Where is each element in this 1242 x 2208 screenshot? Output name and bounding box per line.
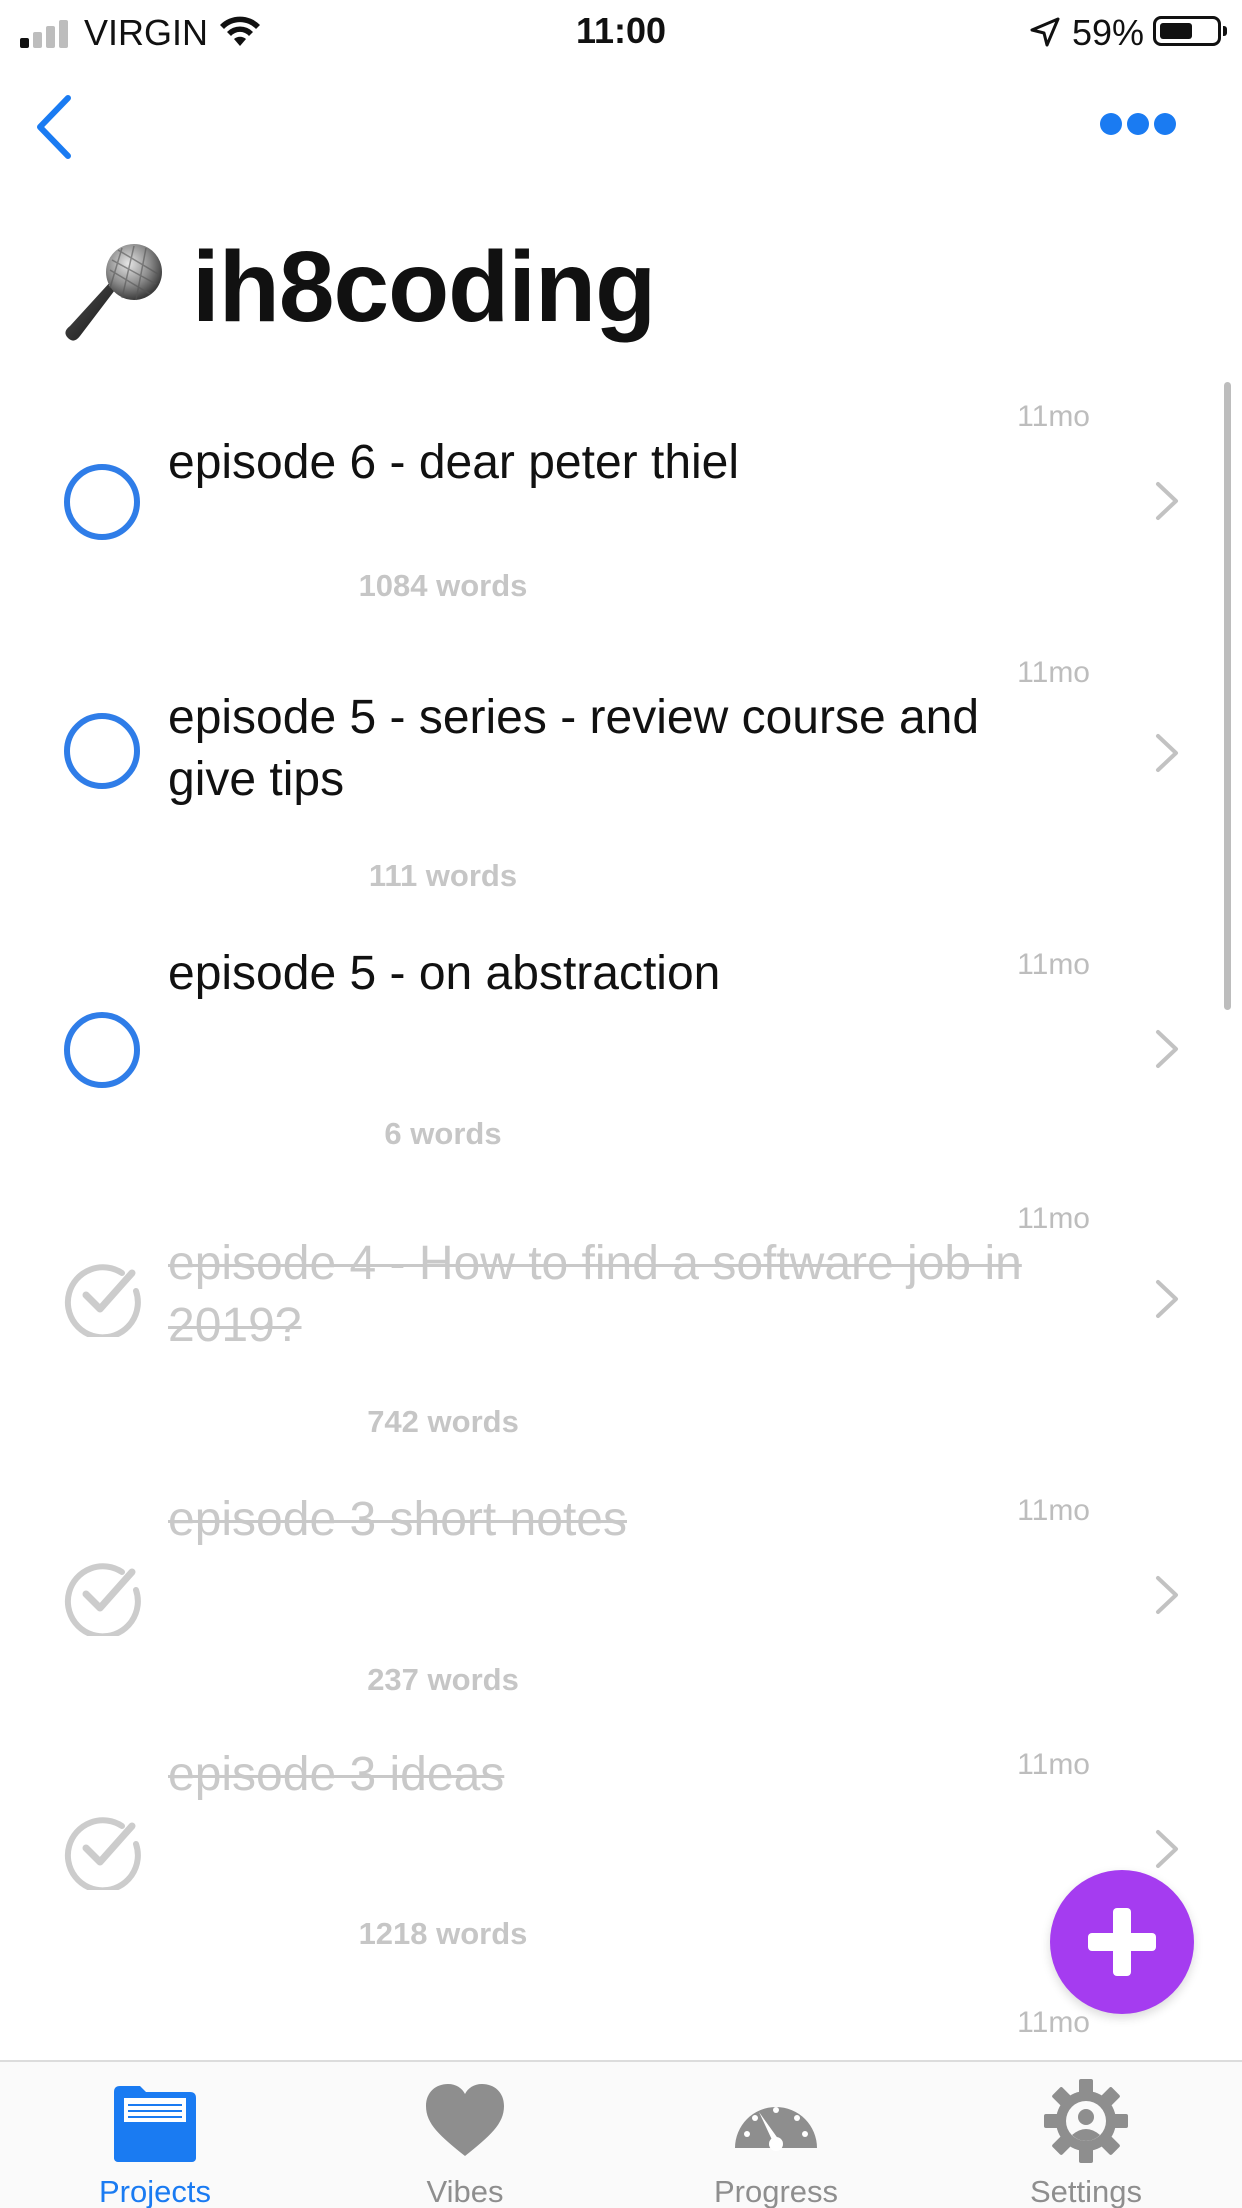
chevron-right-icon — [1156, 1576, 1178, 1614]
list-item[interactable]: 11mo episode 6 - dear peter thiel 1084 wor… — [0, 382, 1242, 638]
list-item-title: episode 3 ideas — [168, 1748, 505, 1801]
completed-check-icon[interactable] — [62, 1810, 142, 1890]
list-item[interactable]: 11mo episode 4 - How to find a software j… — [0, 1184, 1242, 1476]
screen: VIRGIN 11:00 59% ih8coding 11mo episode … — [0, 0, 1242, 2208]
chevron-right-icon — [1156, 1280, 1178, 1318]
list-item[interactable]: 11mo episode 5 - on abstraction 6 words — [0, 930, 1242, 1186]
word-count: 111 words — [368, 858, 518, 893]
incomplete-circle-icon[interactable] — [62, 1010, 142, 1090]
completed-check-icon[interactable] — [62, 1556, 142, 1636]
battery-icon — [1153, 16, 1227, 46]
tab-label: Settings — [1029, 2174, 1142, 2208]
gauge-icon — [735, 2107, 817, 2151]
more-options-button[interactable] — [1098, 110, 1178, 140]
page-title: ih8coding — [192, 231, 656, 343]
list-item-age: 11mo — [1017, 656, 1090, 689]
battery-percentage: 59% — [1072, 12, 1145, 53]
chevron-right-icon — [1156, 1030, 1178, 1068]
list-item-title: episode 5 - series - review course and g… — [168, 691, 980, 806]
word-count: 1218 words — [358, 1916, 528, 1951]
list-item-age: 11mo — [1017, 2006, 1090, 2039]
tab-vibes[interactable]: Vibes — [310, 2062, 620, 2208]
list-item-age: 11mo — [1017, 400, 1090, 433]
back-button[interactable] — [30, 92, 80, 162]
incomplete-circle-icon[interactable] — [62, 462, 142, 542]
list-item-title: episode 4 - How to find a software job i… — [168, 1237, 1022, 1352]
list-item-age: 11mo — [1017, 1202, 1090, 1235]
location-arrow-icon — [1030, 17, 1060, 47]
microphone-icon — [65, 244, 162, 341]
chevron-left-icon — [37, 95, 71, 159]
tab-bar: Projects Vibes Progress Settings — [0, 2060, 1242, 2208]
word-count: 6 words — [384, 1116, 502, 1151]
chevron-right-icon — [1156, 734, 1178, 772]
word-count: 237 words — [367, 1662, 519, 1697]
list-item-title: episode 5 - on abstraction — [168, 947, 721, 1000]
list-item[interactable]: 11mo episode 5 - series - review course a… — [0, 638, 1242, 930]
chevron-right-icon — [1156, 1830, 1178, 1868]
tab-label: Vibes — [426, 2174, 504, 2208]
gear-icon — [1044, 2079, 1128, 2163]
folder-icon — [114, 2086, 196, 2162]
add-entry-button[interactable] — [1050, 1870, 1194, 2014]
tab-progress[interactable]: Progress — [621, 2062, 931, 2208]
tab-label: Progress — [713, 2174, 839, 2208]
tab-label: Projects — [99, 2174, 211, 2208]
completed-check-icon[interactable] — [62, 1257, 142, 1337]
plus-icon — [1088, 1908, 1156, 1976]
list-item-title: episode 6 - dear peter thiel — [168, 436, 740, 489]
word-count: 1084 words — [358, 568, 528, 603]
list-item-title: episode 3 short notes — [168, 1493, 627, 1546]
tab-settings[interactable]: Settings — [931, 2062, 1241, 2208]
heart-icon — [426, 2084, 504, 2156]
word-count: 742 words — [367, 1404, 519, 1439]
incomplete-circle-icon[interactable] — [62, 711, 142, 791]
status-bar: VIRGIN 11:00 59% — [0, 0, 1242, 62]
tab-projects[interactable]: Projects — [0, 2062, 310, 2208]
list-item[interactable]: 11mo episode 3 short notes 237 words — [0, 1476, 1242, 1732]
chevron-right-icon — [1156, 482, 1178, 520]
